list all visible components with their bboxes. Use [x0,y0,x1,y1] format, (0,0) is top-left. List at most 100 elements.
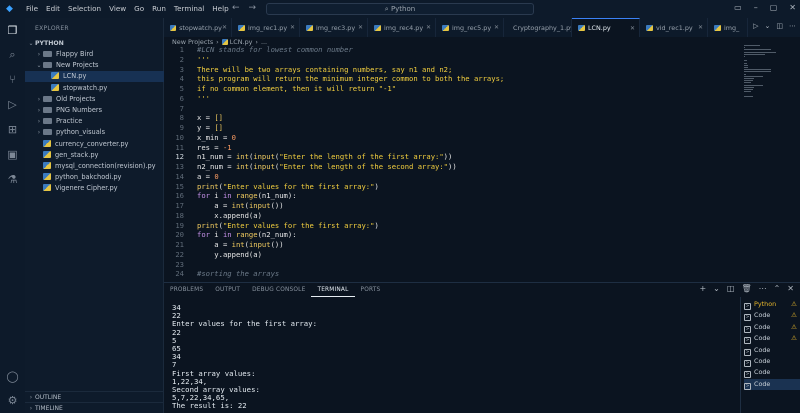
editor-tab-label: img_ [724,23,740,32]
menu-item-terminal[interactable]: Terminal [170,0,208,18]
editor-tab[interactable]: img_rec5.py ✕ [436,18,504,37]
outline-section[interactable]: › OUTLINE [25,391,164,402]
panel-tab-debug-console[interactable]: DEBUG CONSOLE [246,283,311,297]
tree-item-label: python_visuals [56,128,106,137]
new-terminal-icon[interactable]: + [699,284,706,293]
tree-item[interactable]: LCN.py [25,71,164,83]
menu-item-help[interactable]: Help [208,0,232,18]
close-icon[interactable]: ✕ [698,24,703,31]
testing-flask-icon[interactable]: ⚗ [6,173,19,186]
panel-tab-problems[interactable]: PROBLEMS [164,283,209,297]
panel-tab-output[interactable]: OUTPUT [209,283,246,297]
workspace-root[interactable]: ⌄PYTHON [25,38,164,49]
extensions-icon[interactable]: ⊞ [6,123,19,136]
maximize-panel-icon[interactable]: ⌃ [774,284,781,293]
editor-tab[interactable]: stopwatch.py ✕ [164,18,232,37]
code-editor[interactable]: 1 #LCN stands for lowest common number 2 ''… [164,45,740,280]
search-icon[interactable]: ⌕ [6,48,19,61]
run-icon[interactable]: ▷ [753,22,758,30]
python-file-icon [442,24,449,31]
tree-item[interactable]: python_bakchodi.py [25,172,164,183]
tree-item[interactable]: › PNG Numbers [25,105,164,116]
tree-item[interactable]: ⌄ New Projects [25,60,164,71]
terminal-instance[interactable]: > Code ⚠ [744,310,800,322]
editor-tab[interactable]: img_rec3.py ✕ [300,18,368,37]
terminal-instance-label: Code [754,322,771,331]
terminal-instance[interactable]: > Code ⚠ [744,322,800,333]
code-line: 1 #LCN stands for lowest common number [164,45,740,55]
close-icon[interactable]: ✕ [358,24,363,31]
minimap-line [744,95,753,97]
split-terminal-icon[interactable]: ◫ [727,284,735,293]
remote-explorer-icon[interactable]: ▣ [6,148,19,161]
close-panel-icon[interactable]: ✕ [787,284,794,293]
more-actions-icon[interactable]: ⋯ [789,22,796,30]
tree-item[interactable]: gen_stack.py [25,150,164,161]
source-control-icon[interactable]: ⑂ [6,73,19,86]
menu-item-view[interactable]: View [105,0,130,18]
back-arrow-icon[interactable]: ← [232,3,240,13]
editor-tab[interactable]: img_rec1.py ✕ [232,18,300,37]
close-window-icon[interactable]: ✕ [789,3,796,12]
panel-tab-ports[interactable]: PORTS [355,283,387,297]
minimap[interactable] [742,45,778,105]
terminal-instance[interactable]: > Code [744,367,800,379]
close-icon[interactable]: ✕ [630,25,635,32]
close-icon[interactable]: ✕ [426,24,431,31]
code-text: y = [] [197,123,223,133]
terminal-instance[interactable]: > Code [744,345,800,356]
editor-tab[interactable]: img_rec4.py ✕ [368,18,436,37]
tree-item[interactable]: currency_converter.py [25,139,164,150]
settings-gear-icon[interactable]: ⚙ [6,394,19,407]
tree-item[interactable]: › Flappy Bird [25,49,164,60]
chevron-right-icon: › [37,129,41,137]
close-icon[interactable]: ✕ [494,24,499,31]
command-center-search[interactable]: ⌕ Python [266,3,534,15]
close-icon[interactable]: ✕ [222,24,227,31]
panel-tab-terminal[interactable]: TERMINAL [311,283,355,297]
split-editor-icon[interactable]: ◫ [776,22,783,30]
terminal-instance[interactable]: > Python ⚠ [744,299,800,310]
editor-tab[interactable]: vid_rec1.py ✕ [640,18,708,37]
editor-tab[interactable]: Cryptography_1.py✕ [504,18,572,37]
code-token: #sorting the arrays [197,269,280,279]
tree-item[interactable]: mysql_connection(revision).py [25,161,164,172]
terminal-instance[interactable]: > Code [744,356,800,367]
tree-item[interactable]: Vigenere Cipher.py [25,183,164,194]
code-token: ()) [270,201,284,210]
trash-icon[interactable]: 🗑 [741,284,751,293]
minimap-line [744,91,751,93]
menu-item-edit[interactable]: Edit [42,0,64,18]
code-token: input [253,152,275,162]
tree-item[interactable]: › Practice [25,116,164,127]
menu-item-go[interactable]: Go [130,0,148,18]
menu-item-selection[interactable]: Selection [64,0,105,18]
editor-tab[interactable]: img_ [708,18,748,37]
code-token: input [248,201,271,210]
tree-item[interactable]: › Old Projects [25,94,164,105]
more-actions-icon[interactable]: ⋯ [759,284,767,293]
minimize-icon[interactable]: – [754,3,758,12]
run-debug-icon[interactable]: ▷ [6,98,19,111]
menu-item-run[interactable]: Run [148,0,170,18]
explorer-icon[interactable]: ❐ [6,24,19,37]
menu-item-file[interactable]: File [22,0,42,18]
account-icon[interactable]: ◯ [6,370,19,383]
tree-item[interactable]: stopwatch.py [25,83,164,94]
tree-item-label: Old Projects [56,94,96,103]
code-line: 3 There will be two arrays containing num… [164,65,740,75]
chevron-down-icon[interactable]: ⌄ [765,22,771,30]
forward-arrow-icon[interactable]: → [249,3,257,13]
terminal-instance[interactable]: > Code [744,378,800,390]
minimap-line [744,62,747,64]
terminal-instance[interactable]: > Code ⚠ [744,333,800,345]
minimap-line [744,86,755,88]
close-icon[interactable]: ✕ [290,24,295,31]
maximize-icon[interactable]: ▢ [770,3,778,12]
layout-icon[interactable]: ▭ [734,3,742,12]
line-number: 11 [175,142,184,152]
chevron-down-icon[interactable]: ⌄ [713,284,720,293]
tree-item[interactable]: › python_visuals [25,127,164,138]
editor-tab[interactable]: LCN.py ✕ [572,18,640,37]
timeline-section[interactable]: › TIMELINE [25,402,164,413]
